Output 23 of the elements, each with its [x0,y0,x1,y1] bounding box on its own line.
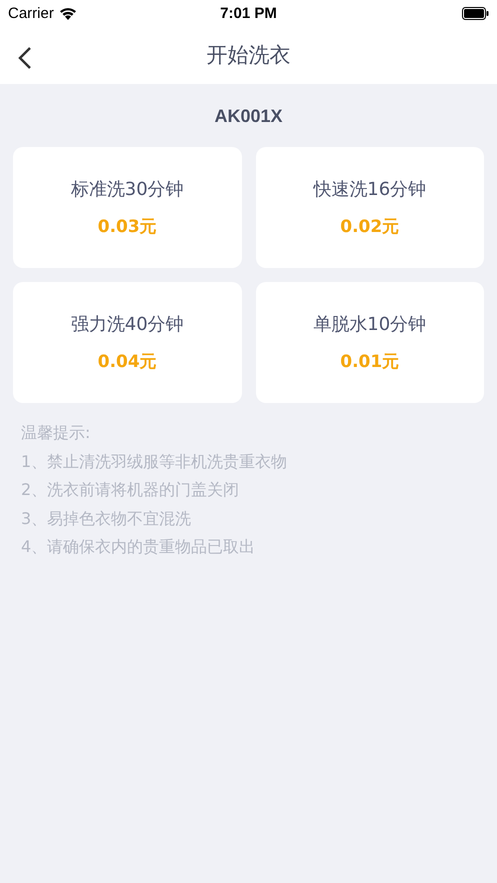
clock-time: 7:01 PM [220,4,277,22]
tip-text: 4、请确保衣内的贵重物品已取出 [21,536,256,558]
program-card[interactable]: 标准洗30分钟 0.03元 [13,147,242,268]
program-name: 标准洗30分钟 [70,178,184,201]
page-title: 开始洗衣 [206,42,290,69]
program-name: 单脱水10分钟 [313,313,426,336]
program-price: 0.04元 [98,351,157,373]
carrier-name: Carrier [8,4,54,22]
program-price: 0.02元 [340,216,400,238]
tips-title: 温馨提示: [21,422,92,444]
device-id: AK001X [213,105,284,128]
tip-text: 1、禁止清洗羽绒服等非机洗贵重衣物 [21,450,288,472]
wifi-icon [58,6,77,20]
tip-text: 2、洗衣前请将机器的门盖关闭 [21,479,240,501]
program-card[interactable]: 单脱水10分钟 0.01元 [256,282,484,403]
program-price: 0.03元 [98,216,157,238]
program-card[interactable]: 快速洗16分钟 0.02元 [256,147,484,268]
program-name: 强力洗40分钟 [70,313,184,336]
program-name: 快速洗16分钟 [313,178,426,201]
program-card[interactable]: 强力洗40分钟 0.04元 [13,282,242,403]
tip-text: 3、易掉色衣物不宜混洗 [21,508,192,530]
program-price: 0.01元 [340,351,400,373]
battery-icon [462,6,489,20]
